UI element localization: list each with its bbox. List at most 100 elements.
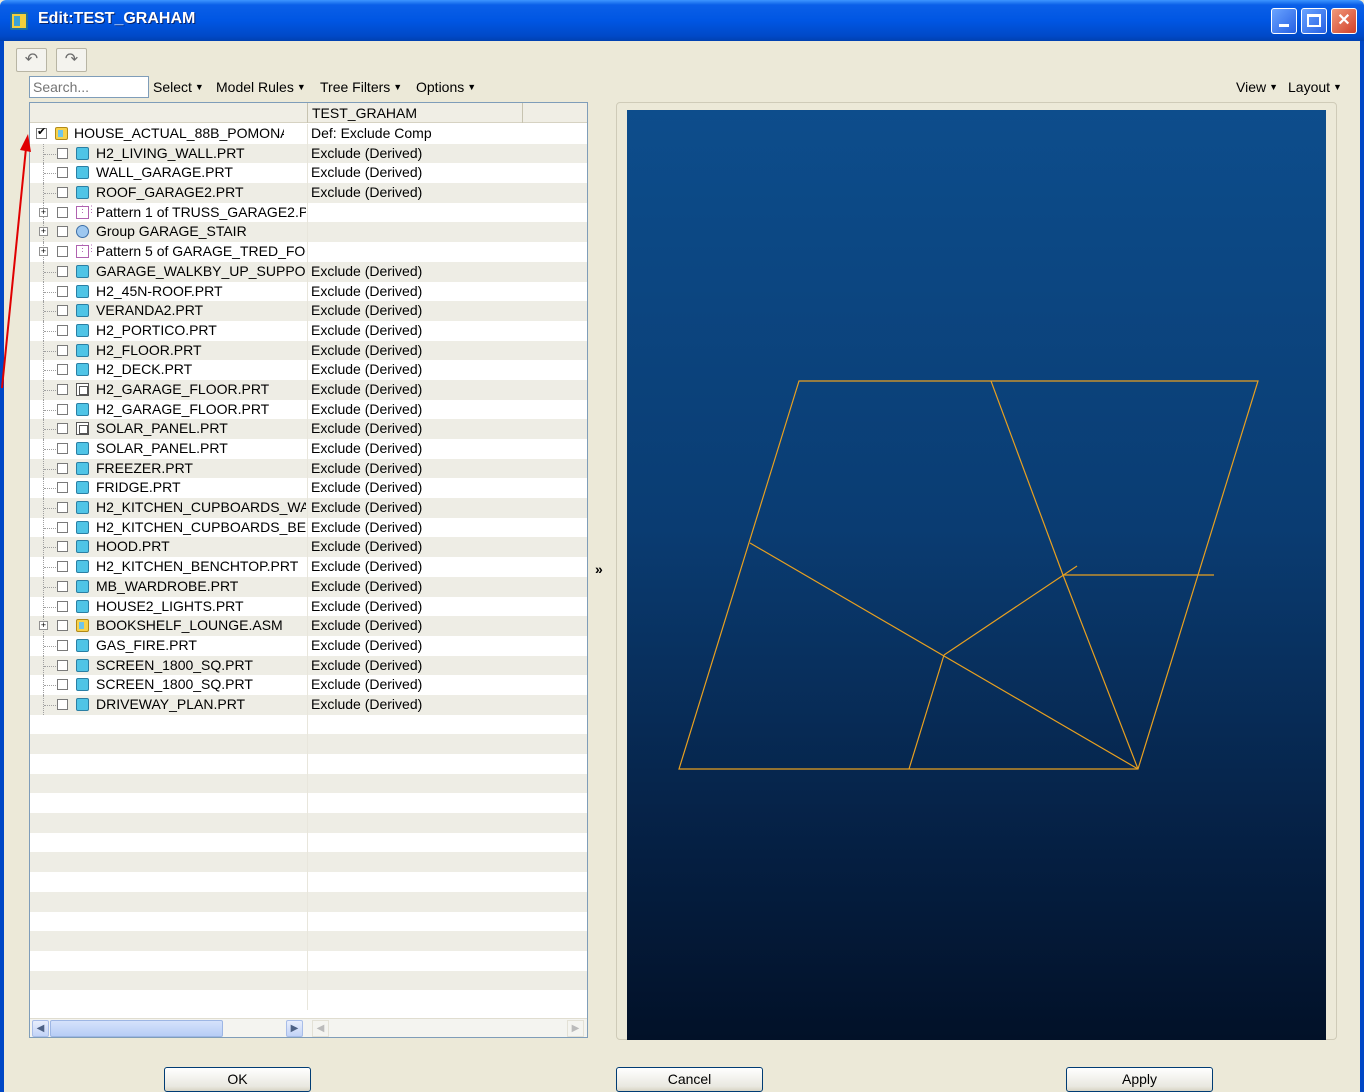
close-button[interactable]: ✕: [1331, 8, 1357, 34]
include-checkbox[interactable]: [57, 206, 68, 218]
include-checkbox[interactable]: [57, 502, 68, 514]
ok-button[interactable]: OK: [164, 1067, 311, 1092]
layout-menu[interactable]: Layout ▼: [1288, 79, 1342, 95]
tree-row[interactable]: HOUSE_ACTUAL_88B_POMONA.ASM Def: Exclude …: [30, 124, 587, 144]
view-menu[interactable]: View ▼: [1236, 79, 1278, 95]
tree-item-name: GAS_FIRE.PRT: [96, 636, 197, 653]
include-checkbox[interactable]: [57, 246, 68, 258]
tree-row[interactable]: FREEZER.PRT Exclude (Derived): [30, 458, 587, 479]
tree-row[interactable]: FRIDGE.PRT Exclude (Derived): [30, 478, 587, 499]
part-icon: [76, 166, 89, 180]
tree-row[interactable]: VERANDA2.PRT Exclude (Derived): [30, 301, 587, 321]
include-checkbox[interactable]: [57, 443, 68, 454]
search-input[interactable]: [29, 76, 149, 98]
include-checkbox[interactable]: [57, 620, 68, 632]
tree-item-name: SOLAR_PANEL.PRT: [96, 420, 228, 437]
expand-icon[interactable]: +: [39, 207, 48, 217]
wireframe-edge: [908, 654, 945, 770]
graphics-viewport[interactable]: [627, 110, 1326, 1040]
scroll-left-icon[interactable]: ◀: [312, 1020, 329, 1037]
minimize-button[interactable]: [1271, 8, 1297, 34]
tree-row[interactable]: SCREEN_1800_SQ.PRT Exclude (Derived): [30, 655, 587, 676]
column-header-test-graham[interactable]: TEST_GRAHAM: [312, 105, 417, 121]
include-checkbox[interactable]: [57, 423, 68, 435]
include-checkbox[interactable]: [57, 482, 68, 494]
tree-row[interactable]: WALL_GARAGE.PRT Exclude (Derived): [30, 163, 587, 184]
tree-row[interactable]: + Pattern 1 of TRUSS_GARAGE2.PRT: [30, 202, 587, 223]
include-checkbox[interactable]: [57, 403, 68, 415]
include-checkbox[interactable]: [57, 679, 68, 691]
scroll-left-icon[interactable]: ◀: [32, 1020, 49, 1037]
asm-icon: [76, 619, 89, 633]
include-checkbox[interactable]: [57, 383, 68, 395]
include-checkbox[interactable]: [57, 305, 68, 317]
include-checkbox[interactable]: [57, 698, 68, 710]
tree-connector: [44, 586, 56, 588]
tree-row[interactable]: MB_WARDROBE.PRT Exclude (Derived): [30, 576, 587, 597]
redo-button[interactable]: ↷: [56, 48, 87, 72]
include-checkbox[interactable]: [57, 285, 68, 297]
apply-button[interactable]: Apply: [1066, 1067, 1213, 1092]
include-checkbox[interactable]: [57, 521, 68, 533]
tree-row[interactable]: DRIVEWAY_PLAN.PRT Exclude (Derived): [30, 694, 587, 715]
tree-row[interactable]: H2_GARAGE_FLOOR.PRT Exclude (Derived): [30, 399, 587, 420]
maximize-button[interactable]: [1301, 8, 1327, 34]
collapse-panel-toggle[interactable]: »: [595, 561, 603, 577]
include-checkbox[interactable]: [57, 167, 68, 179]
include-checkbox[interactable]: [57, 187, 68, 199]
tree-row[interactable]: + BOOKSHELF_LOUNGE.ASM Exclude (Derived): [30, 616, 587, 636]
tree-row[interactable]: SOLAR_PANEL.PRT Exclude (Derived): [30, 439, 587, 459]
scroll-thumb[interactable]: [50, 1020, 223, 1037]
include-checkbox[interactable]: [57, 659, 68, 671]
scroll-right-icon[interactable]: ▶: [286, 1020, 303, 1037]
tree-row: [30, 773, 587, 794]
tree-row[interactable]: ROOF_GARAGE2.PRT Exclude (Derived): [30, 183, 587, 203]
include-checkbox[interactable]: [57, 226, 68, 238]
tree-connector: [44, 389, 56, 391]
include-checkbox[interactable]: [57, 344, 68, 356]
include-checkbox[interactable]: [57, 600, 68, 612]
include-checkbox[interactable]: [57, 639, 68, 651]
tree-row[interactable]: H2_KITCHEN_CUPBOARDS_BENCH Exclude (Deriv…: [30, 517, 587, 538]
expand-icon[interactable]: +: [39, 247, 48, 257]
select-menu[interactable]: Select ▼: [153, 79, 204, 95]
column-divider[interactable]: [522, 103, 523, 123]
cancel-button[interactable]: Cancel: [616, 1067, 763, 1092]
tree-row[interactable]: SCREEN_1800_SQ.PRT Exclude (Derived): [30, 675, 587, 695]
tree-row[interactable]: H2_PORTICO.PRT Exclude (Derived): [30, 320, 587, 341]
tree-row[interactable]: + Group GARAGE_STAIR: [30, 222, 587, 243]
tree-row[interactable]: HOUSE2_LIGHTS.PRT Exclude (Derived): [30, 596, 587, 617]
options-menu[interactable]: Options ▼: [416, 79, 476, 95]
horizontal-scrollbar[interactable]: ◀ ▶ ◀ ▶: [30, 1018, 587, 1037]
tree-row[interactable]: H2_KITCHEN_CUPBOARDS_WALL Exclude (Derive…: [30, 498, 587, 518]
tree-filters-menu[interactable]: Tree Filters ▼: [320, 79, 402, 95]
undo-button[interactable]: ↶: [16, 48, 47, 72]
include-checkbox[interactable]: [57, 147, 68, 159]
tree-row[interactable]: + Pattern 5 of GARAGE_TRED_FOOT: [30, 242, 587, 262]
model-tree[interactable]: TEST_GRAHAM HOUSE_ACTUAL_88B_POMONA.ASM D…: [29, 102, 588, 1038]
scroll-right-icon[interactable]: ▶: [567, 1020, 584, 1037]
include-checkbox[interactable]: [57, 324, 68, 336]
tree-row[interactable]: HOOD.PRT Exclude (Derived): [30, 537, 587, 558]
include-checkbox[interactable]: [57, 561, 68, 573]
tree-row[interactable]: H2_45N-ROOF.PRT Exclude (Derived): [30, 281, 587, 302]
tree-row[interactable]: GARAGE_WALKBY_UP_SUPPORT Exclude (Derived…: [30, 261, 587, 282]
include-checkbox[interactable]: [57, 265, 68, 277]
tree-connector: [44, 370, 56, 372]
tree-row[interactable]: SOLAR_PANEL.PRT Exclude (Derived): [30, 419, 587, 439]
tree-row[interactable]: H2_KITCHEN_BENCHTOP.PRT Exclude (Derived): [30, 557, 587, 577]
expand-icon[interactable]: +: [39, 227, 48, 237]
expand-icon[interactable]: +: [39, 621, 48, 631]
tree-item-status: Exclude (Derived): [311, 262, 423, 279]
include-checkbox[interactable]: [57, 462, 68, 474]
model-rules-menu[interactable]: Model Rules ▼: [216, 79, 306, 95]
column-divider[interactable]: [307, 103, 308, 123]
include-checkbox[interactable]: [57, 580, 68, 592]
tree-row[interactable]: GAS_FIRE.PRT Exclude (Derived): [30, 635, 587, 656]
tree-row[interactable]: H2_DECK.PRT Exclude (Derived): [30, 360, 587, 380]
include-checkbox[interactable]: [57, 364, 68, 376]
include-checkbox[interactable]: [57, 541, 68, 553]
tree-row[interactable]: H2_GARAGE_FLOOR.PRT Exclude (Derived): [30, 379, 587, 400]
tree-row[interactable]: H2_FLOOR.PRT Exclude (Derived): [30, 340, 587, 361]
tree-row[interactable]: H2_LIVING_WALL.PRT Exclude (Derived): [30, 143, 587, 164]
